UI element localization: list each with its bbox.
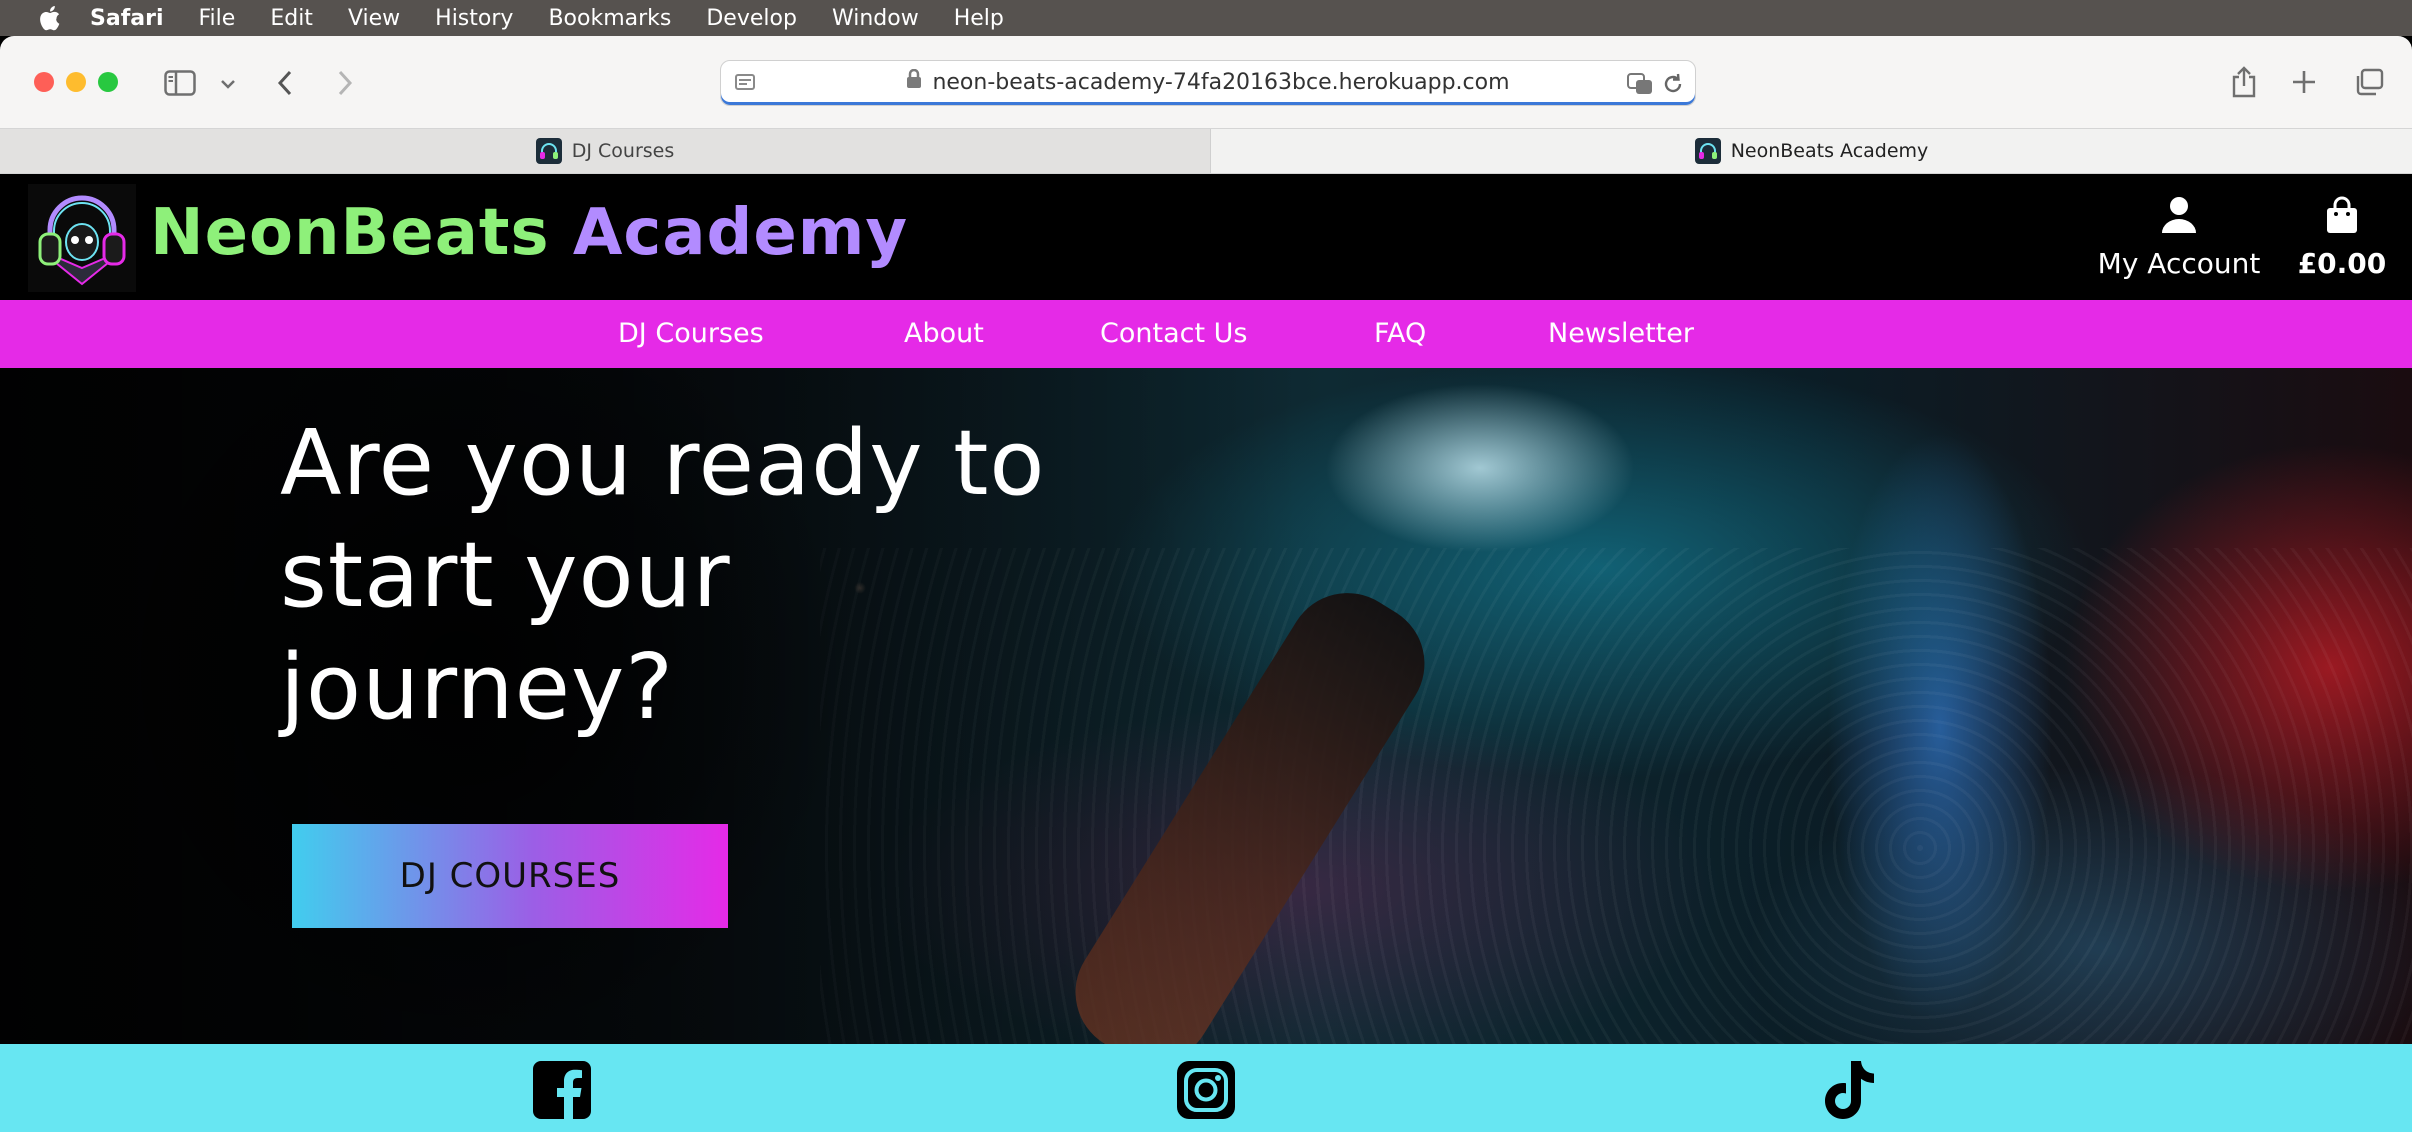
headphones-favicon-icon: [535, 138, 562, 164]
tab-title: NeonBeats Academy: [1730, 140, 1929, 162]
hero-section: Are you ready to start your journey? DJ …: [0, 368, 2412, 1044]
close-window-button[interactable]: [34, 72, 54, 92]
tab-neonbeats-academy[interactable]: NeonBeats Academy: [1211, 129, 2412, 173]
nav-contact-us[interactable]: Contact Us: [1100, 300, 1247, 368]
menu-edit[interactable]: Edit: [270, 6, 313, 31]
my-account-link[interactable]: My Account: [2086, 196, 2272, 280]
nav-newsletter[interactable]: Newsletter: [1548, 300, 1694, 368]
site-title[interactable]: NeonBeats Academy: [150, 196, 908, 270]
shopping-bag-link[interactable]: £0.00: [2290, 196, 2394, 280]
my-account-label: My Account: [2097, 247, 2261, 280]
tab-title: DJ Courses: [571, 140, 675, 162]
new-tab-icon[interactable]: [2288, 66, 2320, 98]
menu-file[interactable]: File: [199, 6, 236, 31]
chevron-down-icon[interactable]: [218, 74, 238, 94]
main-nav: DJ Courses About Contact Us FAQ Newslett…: [0, 300, 2412, 368]
menu-window[interactable]: Window: [832, 6, 919, 31]
menu-history[interactable]: History: [435, 6, 513, 31]
site-title-part1: NeonBeats: [150, 196, 550, 270]
minimize-window-button[interactable]: [66, 72, 86, 92]
apple-icon[interactable]: [32, 5, 66, 31]
headphones-favicon-icon: [1694, 138, 1721, 164]
hero-heading: Are you ready to start your journey?: [280, 408, 1280, 744]
menu-help[interactable]: Help: [954, 6, 1004, 31]
back-icon[interactable]: [270, 66, 300, 100]
facebook-icon[interactable]: [532, 1060, 592, 1120]
tab-bar: DJ Courses ✕ NeonBeats Academy: [0, 128, 2412, 174]
tab-overview-icon[interactable]: [2352, 66, 2386, 98]
url-text: neon-beats-academy-74fa20163bce.herokuap…: [721, 61, 1695, 105]
tab-dj-courses[interactable]: DJ Courses: [0, 129, 1211, 173]
tiktok-icon[interactable]: [1820, 1060, 1880, 1120]
share-icon[interactable]: [2228, 64, 2260, 100]
site-title-part2: Academy: [572, 196, 909, 270]
menu-develop[interactable]: Develop: [706, 6, 797, 31]
shopping-bag-icon: [2325, 196, 2359, 238]
forward-icon[interactable]: [330, 66, 360, 100]
hero-line-3: journey?: [280, 635, 674, 740]
user-icon: [2161, 197, 2197, 238]
url-value: neon-beats-academy-74fa20163bce.herokuap…: [932, 70, 1510, 95]
lock-icon: [906, 61, 922, 105]
hero-line-1: Are you ready to: [280, 411, 1046, 516]
nav-about[interactable]: About: [904, 300, 984, 368]
nav-faq[interactable]: FAQ: [1374, 300, 1426, 368]
browser-toolbar: neon-beats-academy-74fa20163bce.herokuap…: [0, 36, 2412, 128]
nav-dj-courses[interactable]: DJ Courses: [618, 300, 764, 368]
menu-safari[interactable]: Safari: [90, 6, 164, 31]
sidebar-toggle-icon[interactable]: [162, 68, 198, 98]
reload-icon[interactable]: [1659, 70, 1687, 98]
translate-icon[interactable]: [1625, 70, 1655, 98]
social-links-bar: [0, 1044, 2412, 1132]
dj-courses-cta-button[interactable]: DJ COURSES: [292, 824, 728, 928]
address-bar[interactable]: neon-beats-academy-74fa20163bce.herokuap…: [720, 60, 1696, 106]
macos-menu-bar: Safari File Edit View History Bookmarks …: [0, 0, 2412, 36]
bag-total: £0.00: [2297, 247, 2387, 280]
menu-view[interactable]: View: [348, 6, 400, 31]
site-header: NeonBeats Academy My Account £0.00: [0, 174, 2412, 300]
hero-line-2: start your: [280, 523, 731, 628]
instagram-icon[interactable]: [1176, 1060, 1236, 1120]
headphones-logo-icon[interactable]: [28, 184, 136, 292]
menu-bookmarks[interactable]: Bookmarks: [548, 6, 671, 31]
zoom-window-button[interactable]: [98, 72, 118, 92]
